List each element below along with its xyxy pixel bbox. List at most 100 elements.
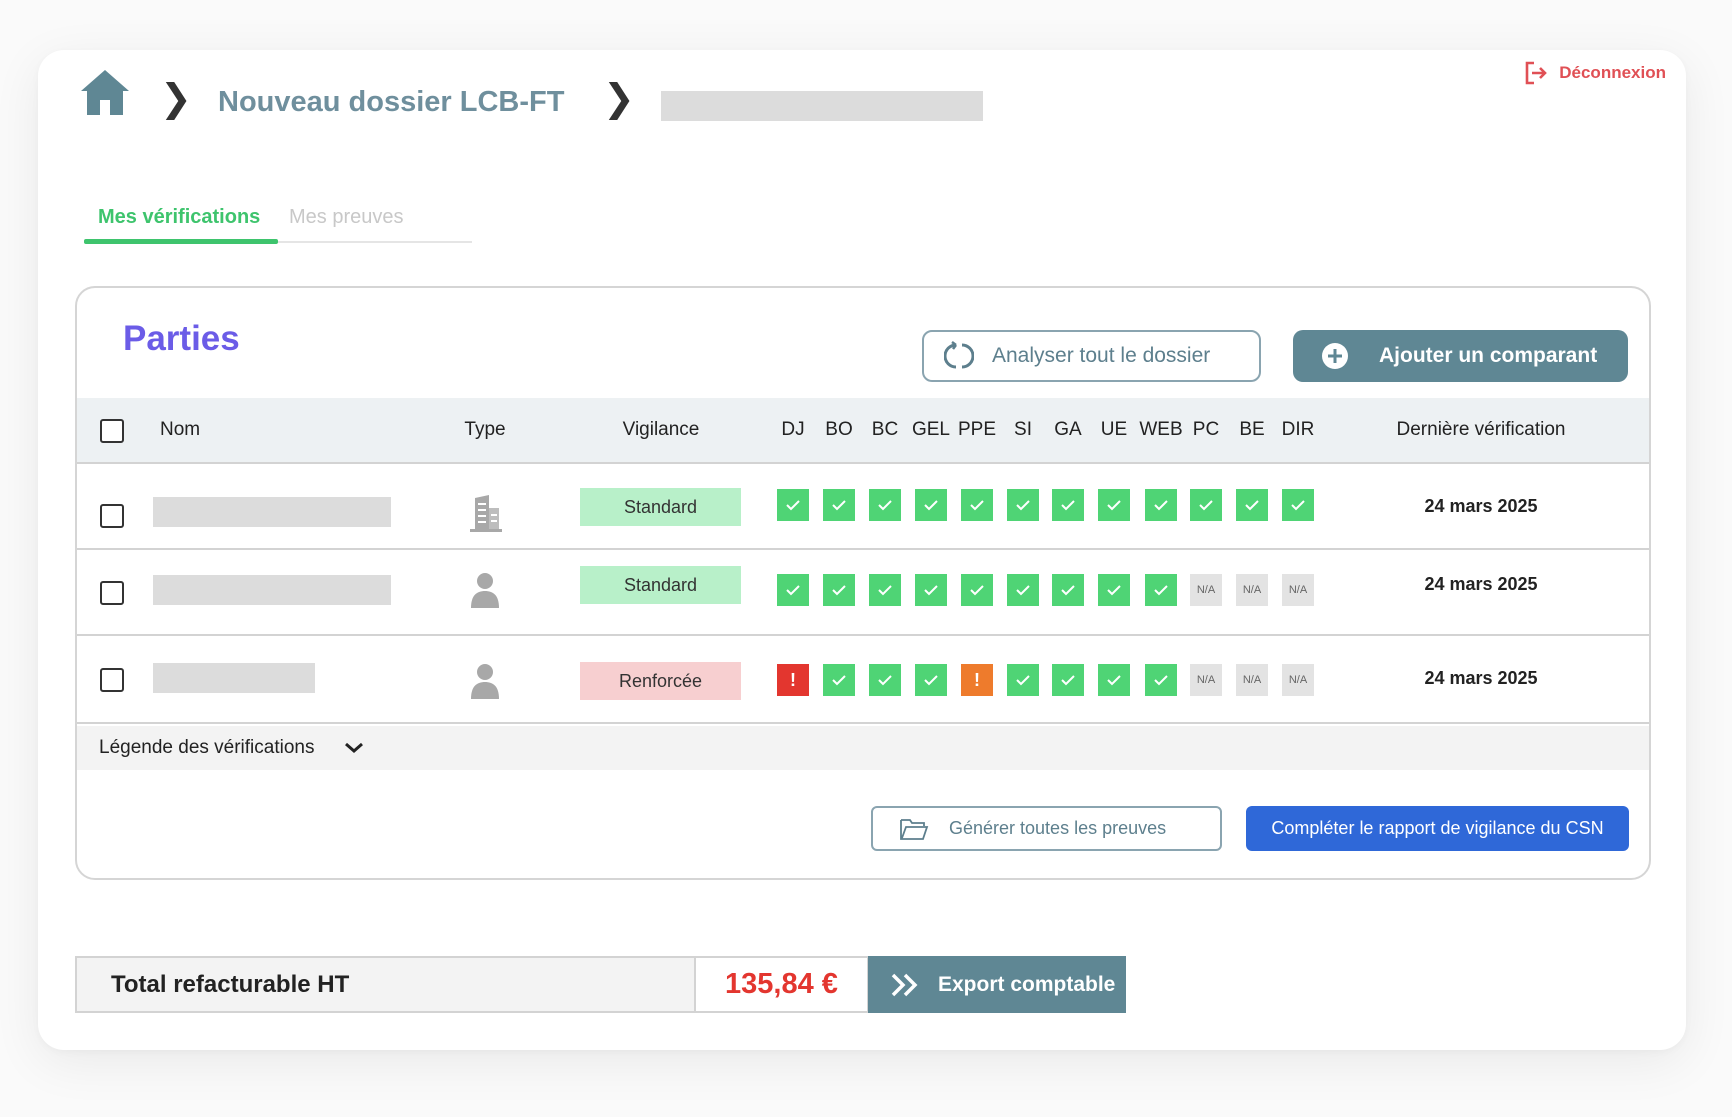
check-ok-icon[interactable] xyxy=(1052,574,1084,606)
check-ok-icon[interactable] xyxy=(1190,489,1222,521)
total-amount: 135,84 € xyxy=(696,956,869,1013)
logout-icon xyxy=(1525,61,1548,85)
analyze-label: Analyser tout le dossier xyxy=(992,344,1211,367)
column-header-vigilance[interactable]: Vigilance xyxy=(623,419,700,441)
check-ok-icon[interactable] xyxy=(1052,664,1084,696)
check-ok-icon[interactable] xyxy=(961,489,993,521)
check-ok-icon[interactable] xyxy=(777,489,809,521)
check-ok-icon[interactable] xyxy=(1007,664,1039,696)
column-header-check[interactable]: PPE xyxy=(958,419,996,441)
column-header-last-check[interactable]: Dernière vérification xyxy=(1397,419,1566,441)
generate-proofs-button[interactable]: Générer toutes les preuves xyxy=(871,806,1222,851)
check-ok-icon[interactable] xyxy=(1282,489,1314,521)
main-card: ❯ Nouveau dossier LCB-FT ❯ Déconnexion M… xyxy=(38,50,1686,1050)
check-ok-icon[interactable] xyxy=(1007,574,1039,606)
logout-button[interactable]: Déconnexion xyxy=(1523,60,1666,86)
column-header-check[interactable]: SI xyxy=(1014,419,1032,441)
column-header-check[interactable]: BE xyxy=(1239,419,1264,441)
breadcrumb-separator-icon: ❯ xyxy=(160,78,192,120)
parties-panel: Parties Analyser tout le dossier Ajouter… xyxy=(75,286,1651,880)
check-na-badge[interactable]: N/A xyxy=(1190,574,1222,606)
tab-mes-preuves[interactable]: Mes preuves xyxy=(289,206,404,229)
row-checkbox[interactable] xyxy=(100,504,124,528)
table-row[interactable]: Standard N/A N/A N/A 24 mars 2025 xyxy=(77,550,1649,636)
check-ok-icon[interactable] xyxy=(777,574,809,606)
row-name-placeholder xyxy=(153,497,391,527)
vigilance-badge: Renforcée xyxy=(580,662,741,700)
check-na-badge[interactable]: N/A xyxy=(1282,574,1314,606)
check-ok-icon[interactable] xyxy=(823,489,855,521)
logout-label: Déconnexion xyxy=(1559,63,1666,82)
check-ok-icon[interactable] xyxy=(869,664,901,696)
export-button[interactable]: Export comptable xyxy=(868,956,1126,1013)
person-icon xyxy=(471,664,499,699)
table-row[interactable]: Renforcée !! N/A N/A N/A 24 mars 2025 xyxy=(77,636,1649,724)
check-na-badge[interactable]: N/A xyxy=(1236,574,1268,606)
vigilance-badge: Standard xyxy=(580,566,741,604)
add-comparant-button[interactable]: Ajouter un comparant xyxy=(1293,330,1628,382)
panel-title: Parties xyxy=(123,319,240,358)
check-ok-icon[interactable] xyxy=(1098,489,1130,521)
breadcrumb-title[interactable]: Nouveau dossier LCB-FT xyxy=(218,86,564,119)
check-ok-icon[interactable] xyxy=(823,574,855,606)
check-ok-icon[interactable] xyxy=(869,574,901,606)
check-ok-icon[interactable] xyxy=(1007,489,1039,521)
check-ok-icon[interactable] xyxy=(1236,489,1268,521)
check-ok-icon[interactable] xyxy=(823,664,855,696)
folder-icon xyxy=(900,818,929,840)
complete-csn-report-button[interactable]: Compléter le rapport de vigilance du CSN xyxy=(1246,806,1629,851)
check-ok-icon[interactable] xyxy=(1052,489,1084,521)
column-header-check[interactable]: GEL xyxy=(912,419,950,441)
check-alert-icon[interactable]: ! xyxy=(777,664,809,696)
column-header-check[interactable]: WEB xyxy=(1139,419,1182,441)
vigilance-badge: Standard xyxy=(580,488,741,526)
home-icon[interactable] xyxy=(79,67,131,119)
total-label: Total refacturable HT xyxy=(75,956,696,1013)
export-label: Export comptable xyxy=(938,972,1116,996)
check-warning-icon[interactable]: ! xyxy=(961,664,993,696)
column-header-check[interactable]: DIR xyxy=(1282,419,1315,441)
select-all-checkbox[interactable] xyxy=(100,419,124,443)
check-ok-icon[interactable] xyxy=(1145,489,1177,521)
check-ok-icon[interactable] xyxy=(1098,574,1130,606)
legend-label: Légende des vérifications xyxy=(99,737,315,758)
column-header-check[interactable]: PC xyxy=(1193,419,1219,441)
check-ok-icon[interactable] xyxy=(869,489,901,521)
check-ok-icon[interactable] xyxy=(1145,664,1177,696)
breadcrumb-separator-icon: ❯ xyxy=(603,78,635,120)
column-header-name[interactable]: Nom xyxy=(160,419,200,441)
legend-toggle[interactable]: Légende des vérifications xyxy=(77,726,1649,770)
row-checkbox[interactable] xyxy=(100,668,124,692)
row-name-placeholder xyxy=(153,663,315,693)
column-header-type[interactable]: Type xyxy=(464,419,505,441)
tab-mes-verifications[interactable]: Mes vérifications xyxy=(98,206,260,229)
check-ok-icon[interactable] xyxy=(1145,574,1177,606)
column-header-check[interactable]: BO xyxy=(825,419,852,441)
column-header-check[interactable]: BC xyxy=(872,419,898,441)
double-chevron-right-icon xyxy=(891,973,918,996)
check-na-badge[interactable]: N/A xyxy=(1190,664,1222,696)
last-check-date: 24 mars 2025 xyxy=(1424,668,1538,688)
breadcrumb-current-placeholder xyxy=(661,91,983,121)
check-na-badge[interactable]: N/A xyxy=(1236,664,1268,696)
column-header-check[interactable]: DJ xyxy=(781,419,804,441)
generate-proofs-label: Générer toutes les preuves xyxy=(949,818,1167,838)
building-icon xyxy=(470,495,502,532)
analyze-button[interactable]: Analyser tout le dossier xyxy=(922,330,1261,382)
check-na-badge[interactable]: N/A xyxy=(1282,664,1314,696)
check-ok-icon[interactable] xyxy=(915,574,947,606)
plus-circle-icon xyxy=(1322,343,1348,369)
column-header-check[interactable]: GA xyxy=(1054,419,1081,441)
last-check-date: 24 mars 2025 xyxy=(1424,496,1538,516)
row-checkbox[interactable] xyxy=(100,581,124,605)
check-ok-icon[interactable] xyxy=(915,664,947,696)
column-header-check[interactable]: UE xyxy=(1101,419,1127,441)
table-header: Nom Type Vigilance DJ BO BC GEL PPE SI GA UE WEB… xyxy=(77,398,1649,464)
chevron-down-icon xyxy=(345,742,364,753)
check-ok-icon[interactable] xyxy=(915,489,947,521)
table-row[interactable]: Standard 24 mars 2025 xyxy=(77,464,1649,550)
check-ok-icon[interactable] xyxy=(961,574,993,606)
row-name-placeholder xyxy=(153,575,391,605)
check-ok-icon[interactable] xyxy=(1098,664,1130,696)
tab-bar: Mes vérifications Mes preuves xyxy=(84,198,472,244)
